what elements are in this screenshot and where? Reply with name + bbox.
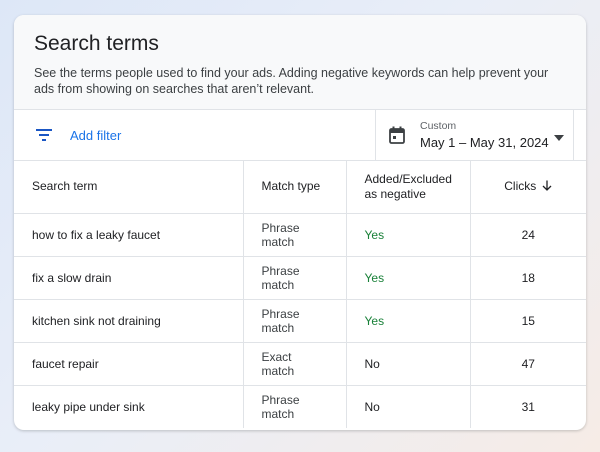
match-type-cell: Exact match — [243, 342, 347, 386]
search-term-cell: faucet repair — [14, 342, 244, 386]
column-header-added-excluded-line2: as negative — [364, 186, 426, 201]
sort-descending-icon — [542, 180, 552, 195]
negative-status-cell: Yes — [346, 256, 471, 300]
search-terms-card: Search terms See the terms people used t… — [14, 15, 586, 430]
date-range-picker[interactable]: Custom May 1 – May 31, 2024 — [375, 110, 574, 160]
clicks-cell: 31 — [521, 399, 535, 414]
clicks-cell: 18 — [470, 256, 586, 300]
column-header-search-term[interactable]: Search term — [14, 161, 244, 214]
filter-icon — [32, 123, 56, 147]
column-header-added-excluded[interactable]: Added/Excluded as negative — [346, 161, 471, 214]
clicks-cell: 47 — [470, 342, 586, 386]
table-header-row: Search term Match type Added/Excluded as… — [14, 161, 586, 214]
date-range-label: Custom — [420, 119, 457, 132]
card-header: Search terms See the terms people used t… — [14, 15, 586, 110]
search-term-cell: kitchen sink not draining — [14, 299, 244, 343]
negative-status-cell: Yes — [346, 299, 471, 343]
column-header-clicks-label: Clicks — [504, 178, 537, 193]
match-type-cell: Phrase match — [243, 256, 347, 300]
search-term-cell: how to fix a leaky faucet — [14, 213, 244, 257]
toolbar: Add filter Custom May 1 – May 31, 2024 — [14, 110, 586, 161]
match-type-cell: Phrase match — [243, 385, 347, 428]
table-row: leaky pipe under sink Phrase match No 31 — [14, 385, 586, 428]
date-range-value: May 1 – May 31, 2024 — [420, 134, 549, 150]
date-range-text: Custom May 1 – May 31, 2024 — [420, 120, 549, 151]
column-header-added-excluded-line1: Added/Excluded — [364, 171, 452, 186]
match-type-cell: Phrase match — [243, 213, 347, 257]
table-row: faucet repair Exact match No 47 — [14, 342, 586, 386]
add-filter-label: Add filter — [70, 127, 122, 143]
search-term-cell: fix a slow drain — [14, 256, 244, 300]
negative-status-cell: No — [346, 385, 471, 428]
table-row: kitchen sink not draining Phrase match Y… — [14, 299, 586, 343]
column-header-clicks[interactable]: Clicks — [470, 161, 586, 214]
search-terms-table: Search term Match type Added/Excluded as… — [14, 161, 586, 428]
table-row: fix a slow drain Phrase match Yes 18 — [14, 256, 586, 300]
page-title: Search terms — [34, 32, 159, 55]
clicks-cell: 15 — [470, 299, 586, 343]
negative-status-cell: No — [346, 342, 471, 386]
page-description: See the terms people used to find your a… — [34, 66, 549, 96]
calendar-icon — [387, 125, 407, 145]
column-header-match-type[interactable]: Match type — [243, 161, 347, 214]
search-term-cell: leaky pipe under sink — [14, 385, 244, 428]
table-row: how to fix a leaky faucet Phrase match Y… — [14, 213, 586, 257]
match-type-cell: Phrase match — [243, 299, 347, 343]
negative-status-cell: Yes — [346, 213, 471, 257]
add-filter-button[interactable]: Add filter — [32, 110, 121, 160]
caret-down-icon[interactable] — [553, 130, 565, 141]
clicks-cell: 24 — [470, 213, 586, 257]
